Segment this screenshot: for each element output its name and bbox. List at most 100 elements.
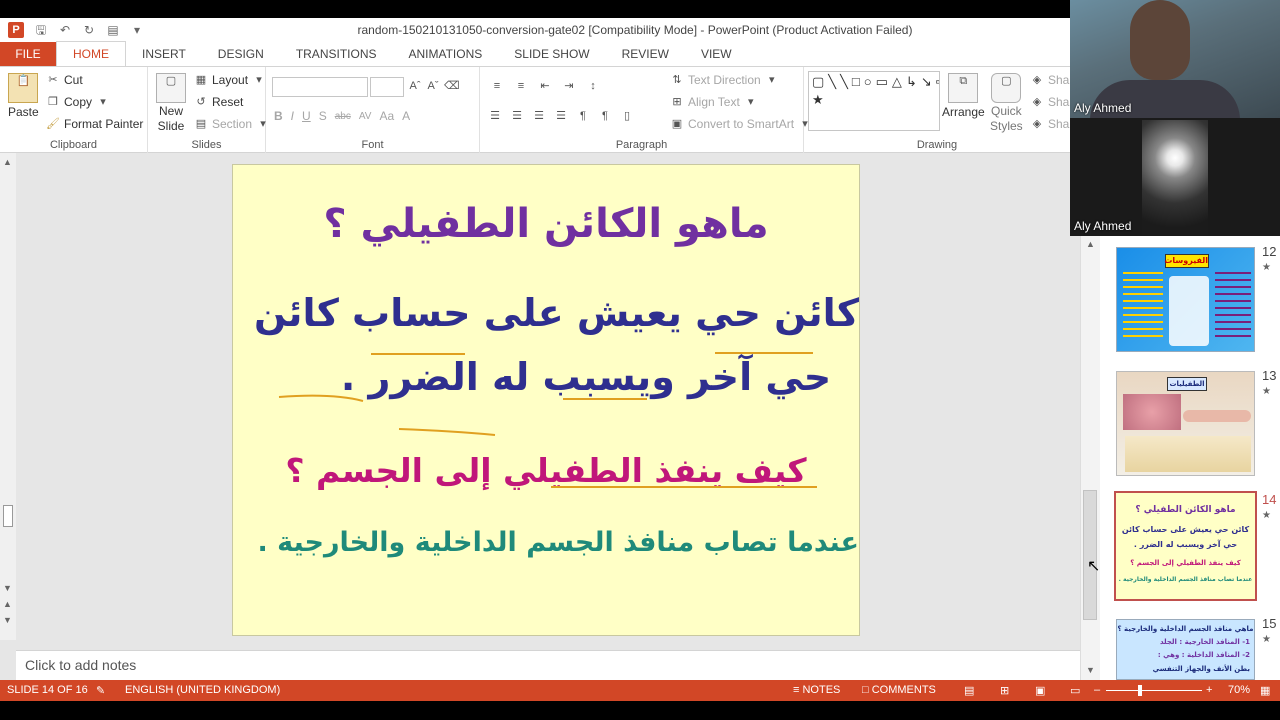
tab-view[interactable]: VIEW xyxy=(685,42,748,66)
quick-styles-button[interactable]: ▢ Quick Styles xyxy=(990,73,1023,133)
thumbnail-slide-15[interactable]: ماهي منافذ الجسم الداخلية والخارجية ؟ 1-… xyxy=(1116,619,1255,680)
scroll-thumb[interactable] xyxy=(3,505,13,527)
mouse-cursor-icon: ↖ xyxy=(1087,558,1101,575)
save-icon[interactable]: 🖫 xyxy=(34,23,48,37)
fit-slide-icon[interactable]: ▦ xyxy=(1260,684,1270,697)
animation-star-icon: ★ xyxy=(1262,634,1271,645)
zoom-in-icon[interactable]: + xyxy=(1206,684,1212,696)
copy-button[interactable]: ❐ Copy ▾ xyxy=(46,95,110,109)
paste-button[interactable]: 📋 Paste xyxy=(8,73,39,119)
reset-button[interactable]: ↺ Reset xyxy=(194,95,243,109)
font-name-combo[interactable] xyxy=(272,77,368,97)
tab-review[interactable]: REVIEW xyxy=(606,42,685,66)
zoom-out-icon[interactable]: – xyxy=(1094,684,1100,696)
layout-icon: ▦ xyxy=(195,74,207,86)
shadow-button[interactable]: S xyxy=(319,109,327,123)
language-indicator[interactable]: ENGLISH (UNITED KINGDOM) xyxy=(125,684,280,696)
start-from-beginning-icon[interactable]: ▤ xyxy=(106,23,120,37)
zoom-slider-thumb[interactable] xyxy=(1138,685,1142,696)
tab-home[interactable]: HOME xyxy=(56,41,126,66)
participant-name: Aly Ahmed xyxy=(1074,101,1132,115)
left-scrollbar[interactable]: ▲ ▼ ▲ ▼ xyxy=(0,153,16,640)
columns-icon[interactable]: ▯ xyxy=(620,109,634,123)
tab-insert[interactable]: INSERT xyxy=(126,42,202,66)
video-tile-2[interactable]: Aly Ahmed xyxy=(1070,118,1280,236)
previous-slide-icon[interactable]: ▲ xyxy=(3,599,12,609)
bold-button[interactable]: B xyxy=(274,109,283,123)
layout-button[interactable]: ▦ Layout ▾ xyxy=(194,73,266,87)
new-slide-button[interactable]: ▢ New Slide xyxy=(156,73,186,133)
scroll-down-icon[interactable]: ▼ xyxy=(1086,665,1095,675)
thumbnail-scroll-thumb[interactable] xyxy=(1083,490,1097,620)
slide-counter[interactable]: SLIDE 14 OF 16 xyxy=(7,684,88,696)
italic-button[interactable]: I xyxy=(291,109,294,123)
align-center-icon[interactable]: ☰ xyxy=(510,109,524,123)
justify-icon[interactable]: ☰ xyxy=(554,109,568,123)
video-tile-1[interactable]: Aly Ahmed xyxy=(1070,0,1280,120)
new-slide-icon: ▢ xyxy=(156,73,186,103)
rtl-icon[interactable]: ¶ xyxy=(598,109,612,123)
scroll-down-icon[interactable]: ▼ xyxy=(3,583,12,593)
parasite-photo xyxy=(1123,394,1181,430)
slide-sorter-icon[interactable]: ⊞ xyxy=(1000,684,1009,697)
decrease-indent-icon[interactable]: ⇤ xyxy=(538,79,552,93)
undo-icon[interactable]: ↶ xyxy=(58,23,72,37)
zoom-slider[interactable] xyxy=(1106,690,1202,691)
tab-animations[interactable]: ANIMATIONS xyxy=(392,42,498,66)
shrink-font-icon: Aˇ xyxy=(427,80,439,92)
reading-view-icon[interactable]: ▣ xyxy=(1035,684,1045,697)
scissors-icon: ✂ xyxy=(48,74,58,86)
tab-transitions[interactable]: TRANSITIONS xyxy=(280,42,393,66)
strikethrough-button[interactable]: abc xyxy=(335,111,351,122)
change-case-button[interactable]: Aa xyxy=(379,109,394,123)
scroll-up-icon[interactable]: ▲ xyxy=(3,157,12,167)
customize-qat-icon[interactable]: ▾ xyxy=(130,23,144,37)
align-left-icon[interactable]: ☰ xyxy=(488,109,502,123)
animation-star-icon: ★ xyxy=(1262,262,1271,273)
shapes-gallery[interactable]: ▢╲╲□○▭△↳↘⇨⇧⇩↻⟡△↼↶∿{}★ xyxy=(808,71,940,131)
scroll-up-icon[interactable]: ▲ xyxy=(1086,239,1095,249)
notes-pane[interactable]: Click to add notes xyxy=(16,650,1080,680)
chevron-down-icon: ▾ xyxy=(100,96,106,108)
line-spacing-icon[interactable]: ↕ xyxy=(586,79,600,93)
quick-access-toolbar: P 🖫 ↶ ↻ ▤ ▾ xyxy=(0,22,144,38)
effects-icon: ◈ xyxy=(1032,118,1042,130)
tab-slide-show[interactable]: SLIDE SHOW xyxy=(498,42,605,66)
tab-design[interactable]: DESIGN xyxy=(202,42,280,66)
normal-view-icon[interactable]: ▤ xyxy=(964,684,974,697)
format-painter-button[interactable]: 🖌 Format Painter xyxy=(46,117,143,131)
convert-smartart-button[interactable]: ▣ Convert to SmartArt ▾ xyxy=(670,117,812,131)
pen-annotations xyxy=(278,352,817,488)
outline-icon: ◈ xyxy=(1032,96,1042,108)
align-text-button[interactable]: ⊞ Align Text ▾ xyxy=(670,95,758,109)
arrange-button[interactable]: ⧉ Arrange xyxy=(942,73,985,119)
font-size-combo[interactable] xyxy=(370,77,404,97)
redo-icon[interactable]: ↻ xyxy=(82,23,96,37)
thumbnail-slide-12[interactable]: الفيروسات xyxy=(1116,247,1255,352)
numbering-icon[interactable]: ≡ xyxy=(514,79,528,93)
char-spacing-button[interactable]: AV xyxy=(359,111,372,122)
align-right-icon[interactable]: ☰ xyxy=(532,109,546,123)
current-slide[interactable]: ماهو الكائن الطفيلي ؟ كائن حي يعيش على ح… xyxy=(232,164,860,636)
thumbnail-slide-14[interactable]: ماهو الكائن الطفيلي ؟ كائن حي يعيش على ح… xyxy=(1114,491,1257,601)
tab-file[interactable]: FILE xyxy=(0,42,56,66)
text-direction-button[interactable]: ⇅ Text Direction ▾ xyxy=(670,73,779,87)
comments-button[interactable]: □ COMMENTS xyxy=(862,684,936,696)
section-button[interactable]: ▤ Section ▾ xyxy=(194,117,270,131)
increase-indent-icon[interactable]: ⇥ xyxy=(562,79,576,93)
next-slide-icon[interactable]: ▼ xyxy=(3,615,12,625)
font-color-button[interactable]: A xyxy=(402,109,410,123)
title-bar: P 🖫 ↶ ↻ ▤ ▾ random-150210131050-conversi… xyxy=(0,18,1070,42)
cut-button[interactable]: ✂ Cut xyxy=(46,73,82,87)
ltr-icon[interactable]: ¶ xyxy=(576,109,590,123)
slide-show-icon[interactable]: ▭ xyxy=(1070,684,1080,697)
text-direction-icon: ⇅ xyxy=(672,74,682,86)
bullets-icon[interactable]: ≡ xyxy=(490,79,504,93)
spelling-icon[interactable]: ✎ xyxy=(96,684,105,697)
thumbnail-slide-13[interactable]: الطفيليات xyxy=(1116,371,1255,476)
reset-icon: ↺ xyxy=(196,96,206,108)
zoom-level[interactable]: 70% xyxy=(1228,684,1250,696)
notes-button[interactable]: ≡ NOTES xyxy=(793,684,840,696)
underline-button[interactable]: U xyxy=(302,109,311,123)
font-size-buttons[interactable]: Aˆ Aˇ ⌫ xyxy=(408,79,460,93)
